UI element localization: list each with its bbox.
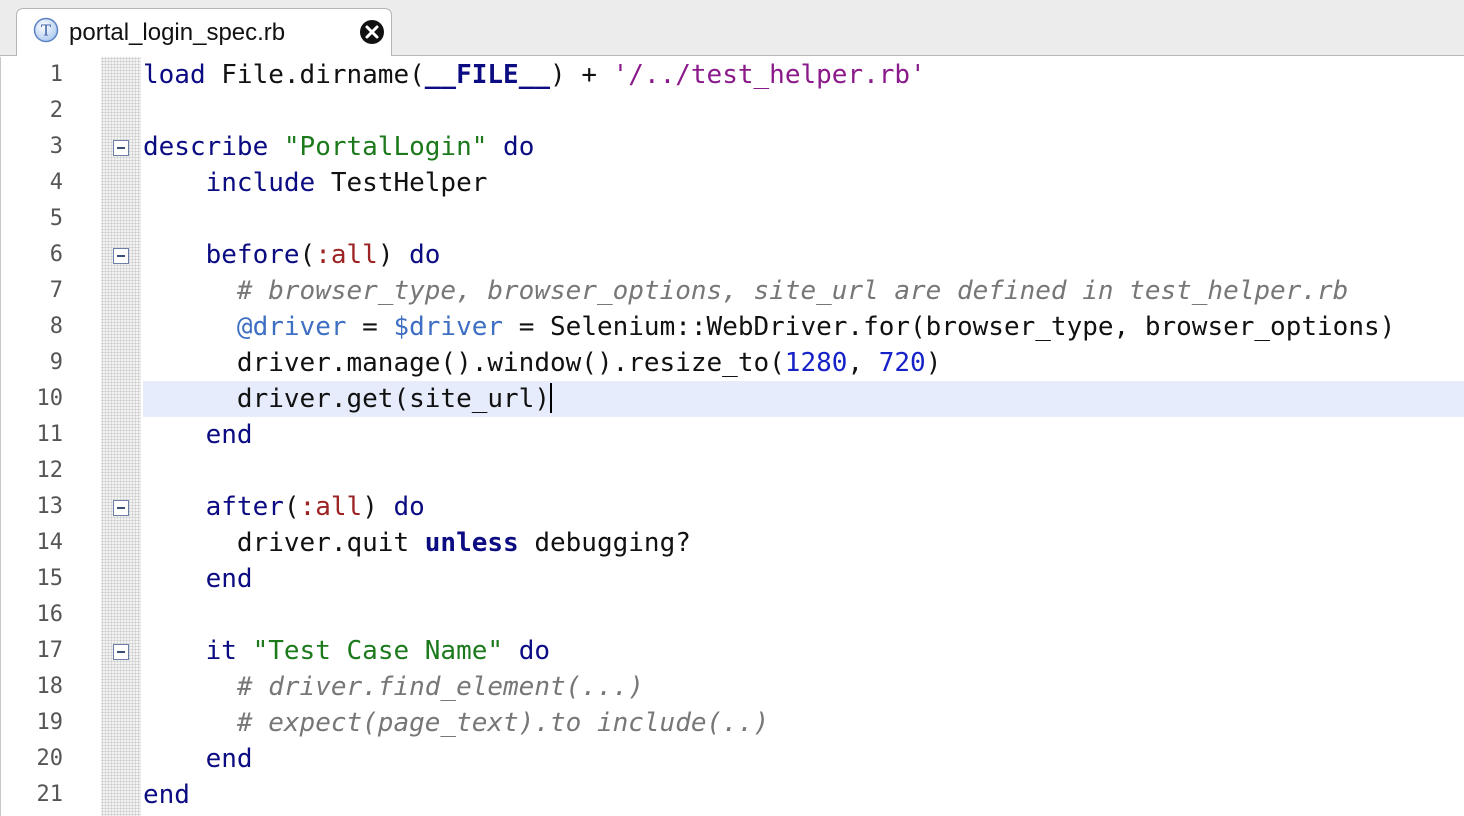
code-line-10[interactable]: 10 driver.get(site_url): [1, 381, 1464, 417]
code-text: after(:all) do: [205, 492, 425, 522]
fold-collapse-icon[interactable]: [113, 500, 129, 516]
code-line-5[interactable]: 5: [1, 201, 1464, 237]
line-number: 2: [49, 98, 63, 123]
code-text: describe "PortalLogin" do: [143, 132, 535, 162]
line-number: 14: [36, 530, 64, 555]
code-text: load File.dirname(__FILE__) + '/../test_…: [143, 60, 926, 90]
close-icon[interactable]: [359, 19, 385, 45]
code-editor[interactable]: 1 load File.dirname(__FILE__) + '/../tes…: [0, 57, 1464, 816]
code-line-1[interactable]: 1 load File.dirname(__FILE__) + '/../tes…: [1, 57, 1464, 93]
code-text: include TestHelper: [205, 168, 488, 198]
line-number: 17: [36, 638, 64, 663]
code-line-8[interactable]: 8 @driver = $driver = Selenium::WebDrive…: [1, 309, 1464, 345]
code-text: end: [205, 744, 253, 774]
tab-label: portal_login_spec.rb: [69, 19, 286, 46]
code-text: end: [143, 780, 190, 810]
line-number: 4: [49, 170, 63, 195]
code-text: end: [205, 564, 253, 594]
code-text: driver.manage().window().resize_to(1280,…: [236, 348, 942, 378]
code-line-19[interactable]: 19 # expect(page_text).to include(..): [1, 705, 1464, 741]
line-number: 8: [49, 314, 63, 339]
code-line-18[interactable]: 18 # driver.find_element(...): [1, 669, 1464, 705]
line-number: 13: [36, 494, 64, 519]
code-line-13[interactable]: 13 after(:all) do: [1, 489, 1464, 525]
code-line-12[interactable]: 12: [1, 453, 1464, 489]
code-text: it "Test Case Name" do: [205, 636, 551, 666]
code-text: before(:all) do: [205, 240, 441, 270]
code-line-21[interactable]: 21 end: [1, 777, 1464, 813]
line-number: 7: [49, 278, 63, 303]
line-number: 6: [49, 242, 63, 267]
code-line-14[interactable]: 14 driver.quit unless debugging?: [1, 525, 1464, 561]
line-number: 10: [36, 386, 64, 411]
line-number: 1: [49, 62, 63, 87]
code-line-4[interactable]: 4 include TestHelper: [1, 165, 1464, 201]
line-number: 5: [49, 206, 63, 231]
code-line-20[interactable]: 20 end: [1, 741, 1464, 777]
line-number: 3: [49, 134, 63, 159]
line-number: 16: [36, 602, 64, 627]
code-text: # expect(page_text).to include(..): [236, 708, 770, 738]
fold-collapse-icon[interactable]: [113, 248, 129, 264]
code-line-2[interactable]: 2: [1, 93, 1464, 129]
ruby-test-file-icon: T: [33, 17, 59, 43]
line-number: 9: [49, 350, 63, 375]
code-line-7[interactable]: 7 # browser_type, browser_options, site_…: [1, 273, 1464, 309]
code-text: @driver = $driver = Selenium::WebDriver.…: [236, 312, 1396, 342]
code-text: driver.get(site_url): [236, 383, 552, 414]
text-caret: [550, 383, 552, 413]
line-number: 20: [36, 746, 64, 771]
fold-collapse-icon[interactable]: [113, 140, 129, 156]
code-line-17[interactable]: 17 it "Test Case Name" do: [1, 633, 1464, 669]
line-number: 11: [36, 422, 64, 447]
code-line-16[interactable]: 16: [1, 597, 1464, 633]
code-line-11[interactable]: 11 end: [1, 417, 1464, 453]
code-text: driver.quit unless debugging?: [236, 528, 691, 558]
line-number: 18: [36, 674, 64, 699]
line-number: 21: [36, 782, 64, 807]
code-line-15[interactable]: 15 end: [1, 561, 1464, 597]
code-line-6[interactable]: 6 before(:all) do: [1, 237, 1464, 273]
line-number: 15: [36, 566, 64, 591]
code-text: # driver.find_element(...): [236, 672, 644, 702]
tab-bar: T portal_login_spec.rb: [0, 0, 1464, 56]
svg-text:T: T: [41, 22, 51, 40]
code-line-9[interactable]: 9 driver.manage().window().resize_to(128…: [1, 345, 1464, 381]
fold-collapse-icon[interactable]: [113, 644, 129, 660]
tab-portal-login-spec[interactable]: T portal_login_spec.rb: [16, 8, 392, 56]
line-number: 12: [36, 458, 64, 483]
code-text: # browser_type, browser_options, site_ur…: [236, 276, 1349, 306]
code-line-3[interactable]: 3 describe "PortalLogin" do: [1, 129, 1464, 165]
line-number: 19: [36, 710, 64, 735]
code-text: end: [205, 420, 253, 450]
